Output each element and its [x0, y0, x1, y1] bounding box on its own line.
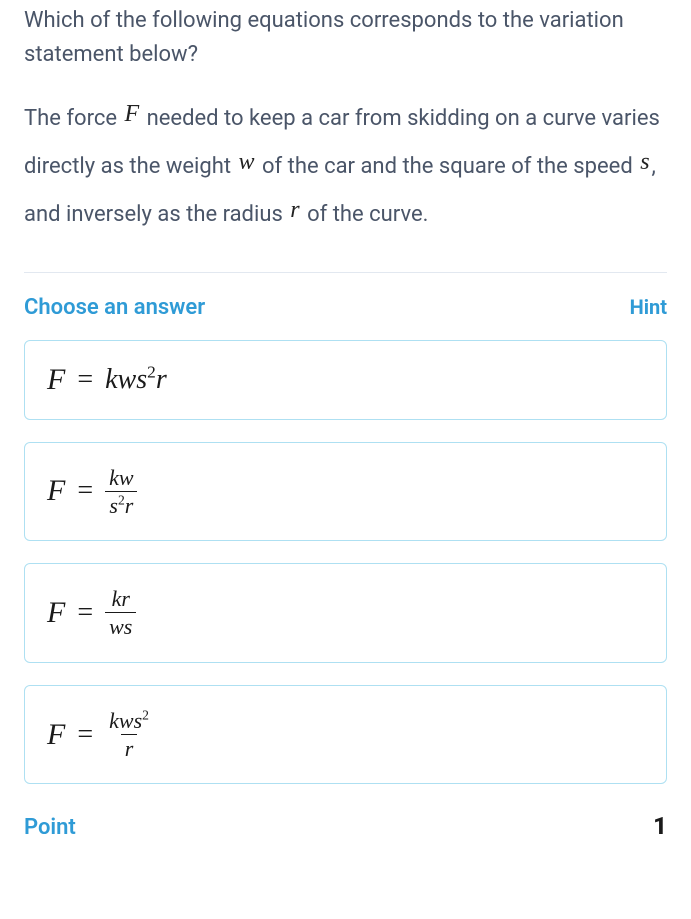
var-F: F [122, 92, 141, 138]
rhs-base: kws [105, 364, 147, 395]
var-s: s [638, 140, 651, 186]
rhs-tail: r [156, 364, 167, 395]
frac-den: r [121, 734, 138, 761]
equation-d: F = kws2 r [47, 708, 644, 762]
eq-equals: = [75, 597, 95, 629]
eq-lhs: F [47, 718, 65, 752]
den-exp: 2 [118, 493, 125, 508]
point-value: 1 [653, 812, 667, 840]
equation-a: F = kws2r [47, 363, 644, 397]
answer-option-c[interactable]: F = kr ws [24, 563, 667, 663]
den-post: r [125, 493, 134, 518]
choose-row: Choose an answer Hint [24, 295, 667, 320]
eq-lhs: F [47, 363, 65, 397]
eq-fraction: kw s2r [105, 465, 137, 519]
var-r: r [288, 188, 301, 234]
eq-rhs: kws2r [105, 364, 167, 396]
frac-den: s2r [105, 491, 137, 518]
den-pre: s [109, 493, 118, 518]
equation-b: F = kw s2r [47, 465, 644, 519]
answer-option-a[interactable]: F = kws2r [24, 340, 667, 420]
rhs-exp: 2 [147, 362, 156, 381]
stmt-text: The force [24, 106, 122, 131]
eq-equals: = [75, 475, 95, 507]
var-w: w [237, 140, 257, 186]
stmt-text: of the curve. [302, 202, 429, 227]
stmt-text: of the car and the square of the speed [257, 154, 639, 179]
frac-num: kr [108, 586, 134, 612]
frac-den: ws [105, 612, 136, 639]
variation-statement: The force F needed to keep a car from sk… [24, 92, 667, 235]
answer-option-d[interactable]: F = kws2 r [24, 685, 667, 785]
eq-equals: = [75, 364, 95, 396]
eq-equals: = [75, 719, 95, 751]
question-prompt: Which of the following equations corresp… [24, 0, 667, 72]
hint-button[interactable]: Hint [630, 295, 667, 319]
eq-lhs: F [47, 474, 65, 508]
point-row: Point 1 [24, 812, 667, 840]
frac-num: kw [105, 465, 137, 491]
equation-c: F = kr ws [47, 586, 644, 640]
eq-fraction: kws2 r [105, 708, 153, 762]
point-label: Point [24, 815, 76, 840]
num-exp: 2 [142, 707, 149, 722]
eq-fraction: kr ws [105, 586, 136, 640]
choose-answer-label: Choose an answer [24, 295, 205, 320]
answer-option-b[interactable]: F = kw s2r [24, 442, 667, 542]
num-pre: kws [109, 708, 142, 733]
frac-num: kws2 [105, 708, 153, 734]
eq-lhs: F [47, 596, 65, 630]
section-divider [24, 272, 667, 273]
